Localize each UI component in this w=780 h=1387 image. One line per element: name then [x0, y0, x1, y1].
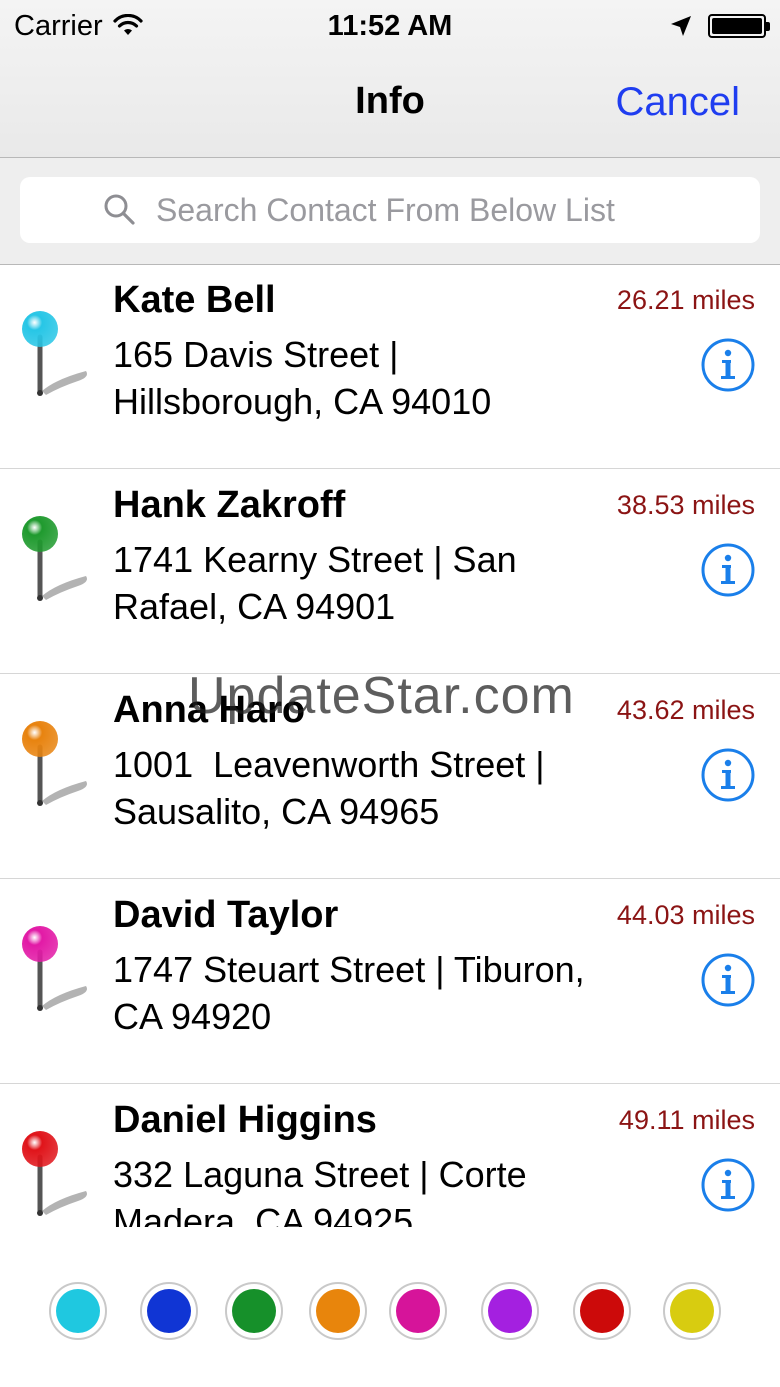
contact-row[interactable]: Hank Zakroff 1741 Kearny Street | San Ra… [0, 470, 780, 674]
map-pin-icon [22, 311, 87, 396]
map-pin-icon [22, 926, 87, 1011]
color-swatch-magenta[interactable] [389, 1282, 447, 1340]
color-dot [56, 1289, 100, 1333]
color-dot [580, 1289, 624, 1333]
color-dot [488, 1289, 532, 1333]
contact-distance: 26.21 miles [616, 285, 755, 315]
color-dot [670, 1289, 714, 1333]
color-swatch-cyan[interactable] [49, 1282, 107, 1340]
color-swatch-red[interactable] [573, 1282, 631, 1340]
map-pin-icon [22, 721, 87, 806]
contact-address: 1001 Leavenworth Street | Sausalito, CA … [113, 744, 555, 832]
contact-row[interactable]: Anna Haro 1001 Leavenworth Street | Saus… [0, 675, 780, 879]
carrier-label: Carrier [14, 9, 103, 42]
search-input[interactable] [154, 190, 678, 230]
color-swatch-orange[interactable] [309, 1282, 367, 1340]
color-swatch-green[interactable] [225, 1282, 283, 1340]
contact-row[interactable]: Kate Bell 165 Davis Street | Hillsboroug… [0, 265, 780, 469]
pin-color-selector [0, 1227, 780, 1387]
contact-list: Kate Bell 165 Davis Street | Hillsboroug… [0, 265, 780, 1227]
color-dot [396, 1289, 440, 1333]
contact-distance: 49.11 miles [618, 1105, 755, 1135]
contact-address: 165 Davis Street | Hillsborough, CA 9401… [113, 334, 492, 422]
color-dot [316, 1289, 360, 1333]
contact-distance: 44.03 miles [616, 900, 755, 930]
color-dot [147, 1289, 191, 1333]
contact-address: 332 Laguna Street | Corte Madera, CA 949… [113, 1154, 527, 1227]
cancel-button[interactable]: Cancel [615, 80, 740, 125]
contact-name: David Taylor [113, 894, 339, 936]
color-dot [232, 1289, 276, 1333]
contact-distance: 43.62 miles [616, 695, 755, 725]
info-icon[interactable] [700, 747, 756, 803]
search-bar [0, 158, 780, 265]
search-box[interactable] [20, 177, 760, 243]
contact-row[interactable]: David Taylor 1747 Steuart Street | Tibur… [0, 880, 780, 1084]
color-swatch-yellow[interactable] [663, 1282, 721, 1340]
map-pin-icon [22, 1131, 87, 1216]
info-icon[interactable] [700, 1157, 756, 1213]
info-icon[interactable] [700, 337, 756, 393]
info-icon[interactable] [700, 542, 756, 598]
map-pin-icon [22, 516, 87, 601]
color-swatch-purple[interactable] [481, 1282, 539, 1340]
contact-name: Daniel Higgins [113, 1099, 377, 1141]
contact-name: Hank Zakroff [113, 484, 346, 526]
search-icon [104, 194, 135, 225]
info-icon[interactable] [700, 952, 756, 1008]
status-bar: Carrier 11:52 AM [0, 0, 780, 52]
contact-distance: 38.53 miles [616, 490, 755, 520]
battery-icon [708, 14, 770, 38]
color-swatch-blue[interactable] [140, 1282, 198, 1340]
contact-name: Kate Bell [113, 279, 276, 321]
contact-row[interactable]: Daniel Higgins 332 Laguna Street | Corte… [0, 1085, 780, 1227]
contact-address: 1747 Steuart Street | Tiburon, CA 94920 [113, 949, 585, 1037]
contact-name: Anna Haro [113, 689, 306, 731]
wifi-icon [113, 14, 143, 35]
contact-address: 1741 Kearny Street | San Rafael, CA 9490… [113, 539, 517, 627]
location-arrow-icon [671, 16, 691, 36]
